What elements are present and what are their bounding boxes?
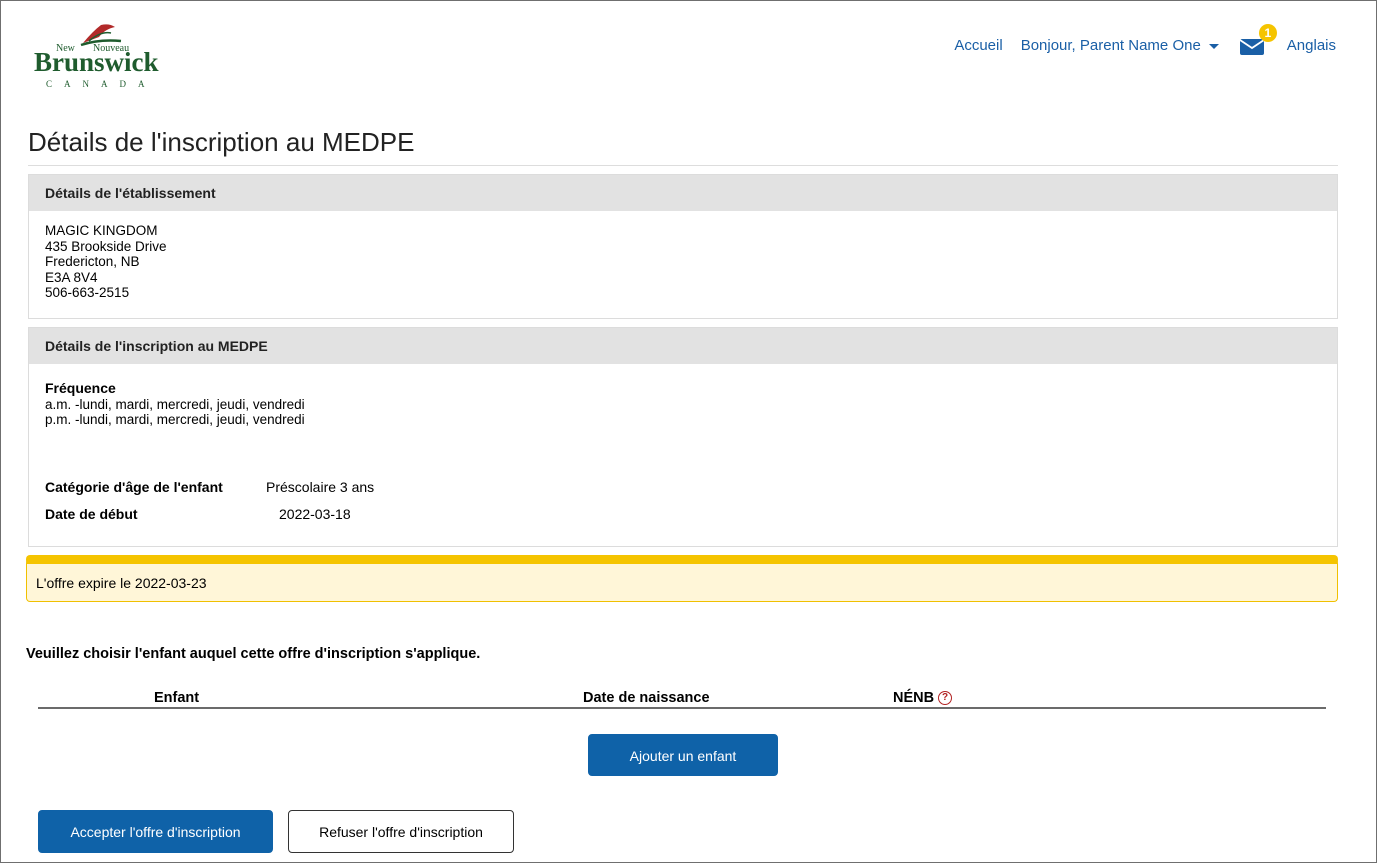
start-date-row: Date de début 2022-03-18 (45, 506, 351, 522)
page-title: Détails de l'inscription au MEDPE (28, 127, 415, 157)
user-menu-dropdown[interactable]: Bonjour, Parent Name One (1021, 37, 1219, 54)
children-table-header: Enfant Date de naissance NÉNB ? (38, 689, 1326, 709)
accept-offer-button[interactable]: Accepter l'offre d'inscription (38, 810, 273, 853)
site-header: New Nouveau Brunswick CANADA Accueil Bon… (1, 1, 1376, 101)
registration-panel-heading: Détails de l'inscription au MEDPE (29, 328, 1337, 364)
top-navigation: Accueil Bonjour, Parent Name One 1 Angla… (954, 24, 1336, 56)
choose-child-instruction: Veuillez choisir l'enfant auquel cette o… (26, 646, 481, 662)
column-nenb: NÉNB ? (893, 690, 953, 706)
start-date-label: Date de début (45, 506, 138, 522)
chevron-down-icon (1208, 43, 1219, 49)
facility-name: MAGIC KINGDOM (45, 223, 158, 238)
notification-badge: 1 (1258, 24, 1277, 42)
age-category-row: Catégorie d'âge de l'enfant Préscolaire … (45, 479, 374, 495)
language-toggle-link[interactable]: Anglais (1287, 37, 1336, 54)
offer-expiry-alert: L'offre expire le 2022-03-23 (26, 555, 1338, 602)
facility-street: 435 Brookside Drive (45, 238, 167, 254)
age-category-value: Préscolaire 3 ans (266, 479, 375, 495)
logo-brunswick: Brunswick (34, 47, 159, 77)
facility-postal-code: E3A 8V4 (45, 269, 98, 285)
messages-button[interactable]: 1 (1239, 24, 1277, 56)
facility-details-panel: Détails de l'établissement MAGIC KINGDOM… (28, 174, 1338, 319)
refuse-offer-button[interactable]: Refuser l'offre d'inscription (288, 810, 514, 853)
user-greeting: Bonjour, Parent Name One (1020, 36, 1201, 54)
add-child-button[interactable]: Ajouter un enfant (588, 734, 778, 776)
logo-canada: CANADA (46, 79, 157, 89)
facility-address: MAGIC KINGDOM 435 Brookside Drive Freder… (29, 211, 1337, 313)
help-icon[interactable]: ? (938, 691, 953, 705)
frequency-pm: p.m. -lundi, mardi, mercredi, jeudi, ven… (45, 412, 305, 427)
column-nenb-label: NÉNB (893, 690, 935, 706)
registration-details-panel: Détails de l'inscription au MEDPE Fréque… (28, 327, 1338, 547)
facility-city: Fredericton, NB (45, 254, 140, 269)
frequency-am: a.m. -lundi, mardi, mercredi, jeudi, ven… (45, 396, 305, 412)
registration-body: Fréquence a.m. -lundi, mardi, mercredi, … (29, 364, 1337, 440)
facility-phone: 506-663-2515 (45, 285, 130, 300)
facility-panel-heading: Détails de l'établissement (29, 175, 1337, 211)
title-divider (28, 165, 1338, 166)
column-child: Enfant (154, 690, 200, 706)
age-category-label: Catégorie d'âge de l'enfant (45, 479, 223, 495)
start-date-value: 2022-03-18 (279, 506, 351, 522)
new-brunswick-logo[interactable]: New Nouveau Brunswick CANADA (34, 21, 169, 91)
column-date-of-birth: Date de naissance (583, 690, 710, 706)
nav-home-link[interactable]: Accueil (954, 37, 1002, 54)
frequency-label: Fréquence (45, 380, 116, 396)
